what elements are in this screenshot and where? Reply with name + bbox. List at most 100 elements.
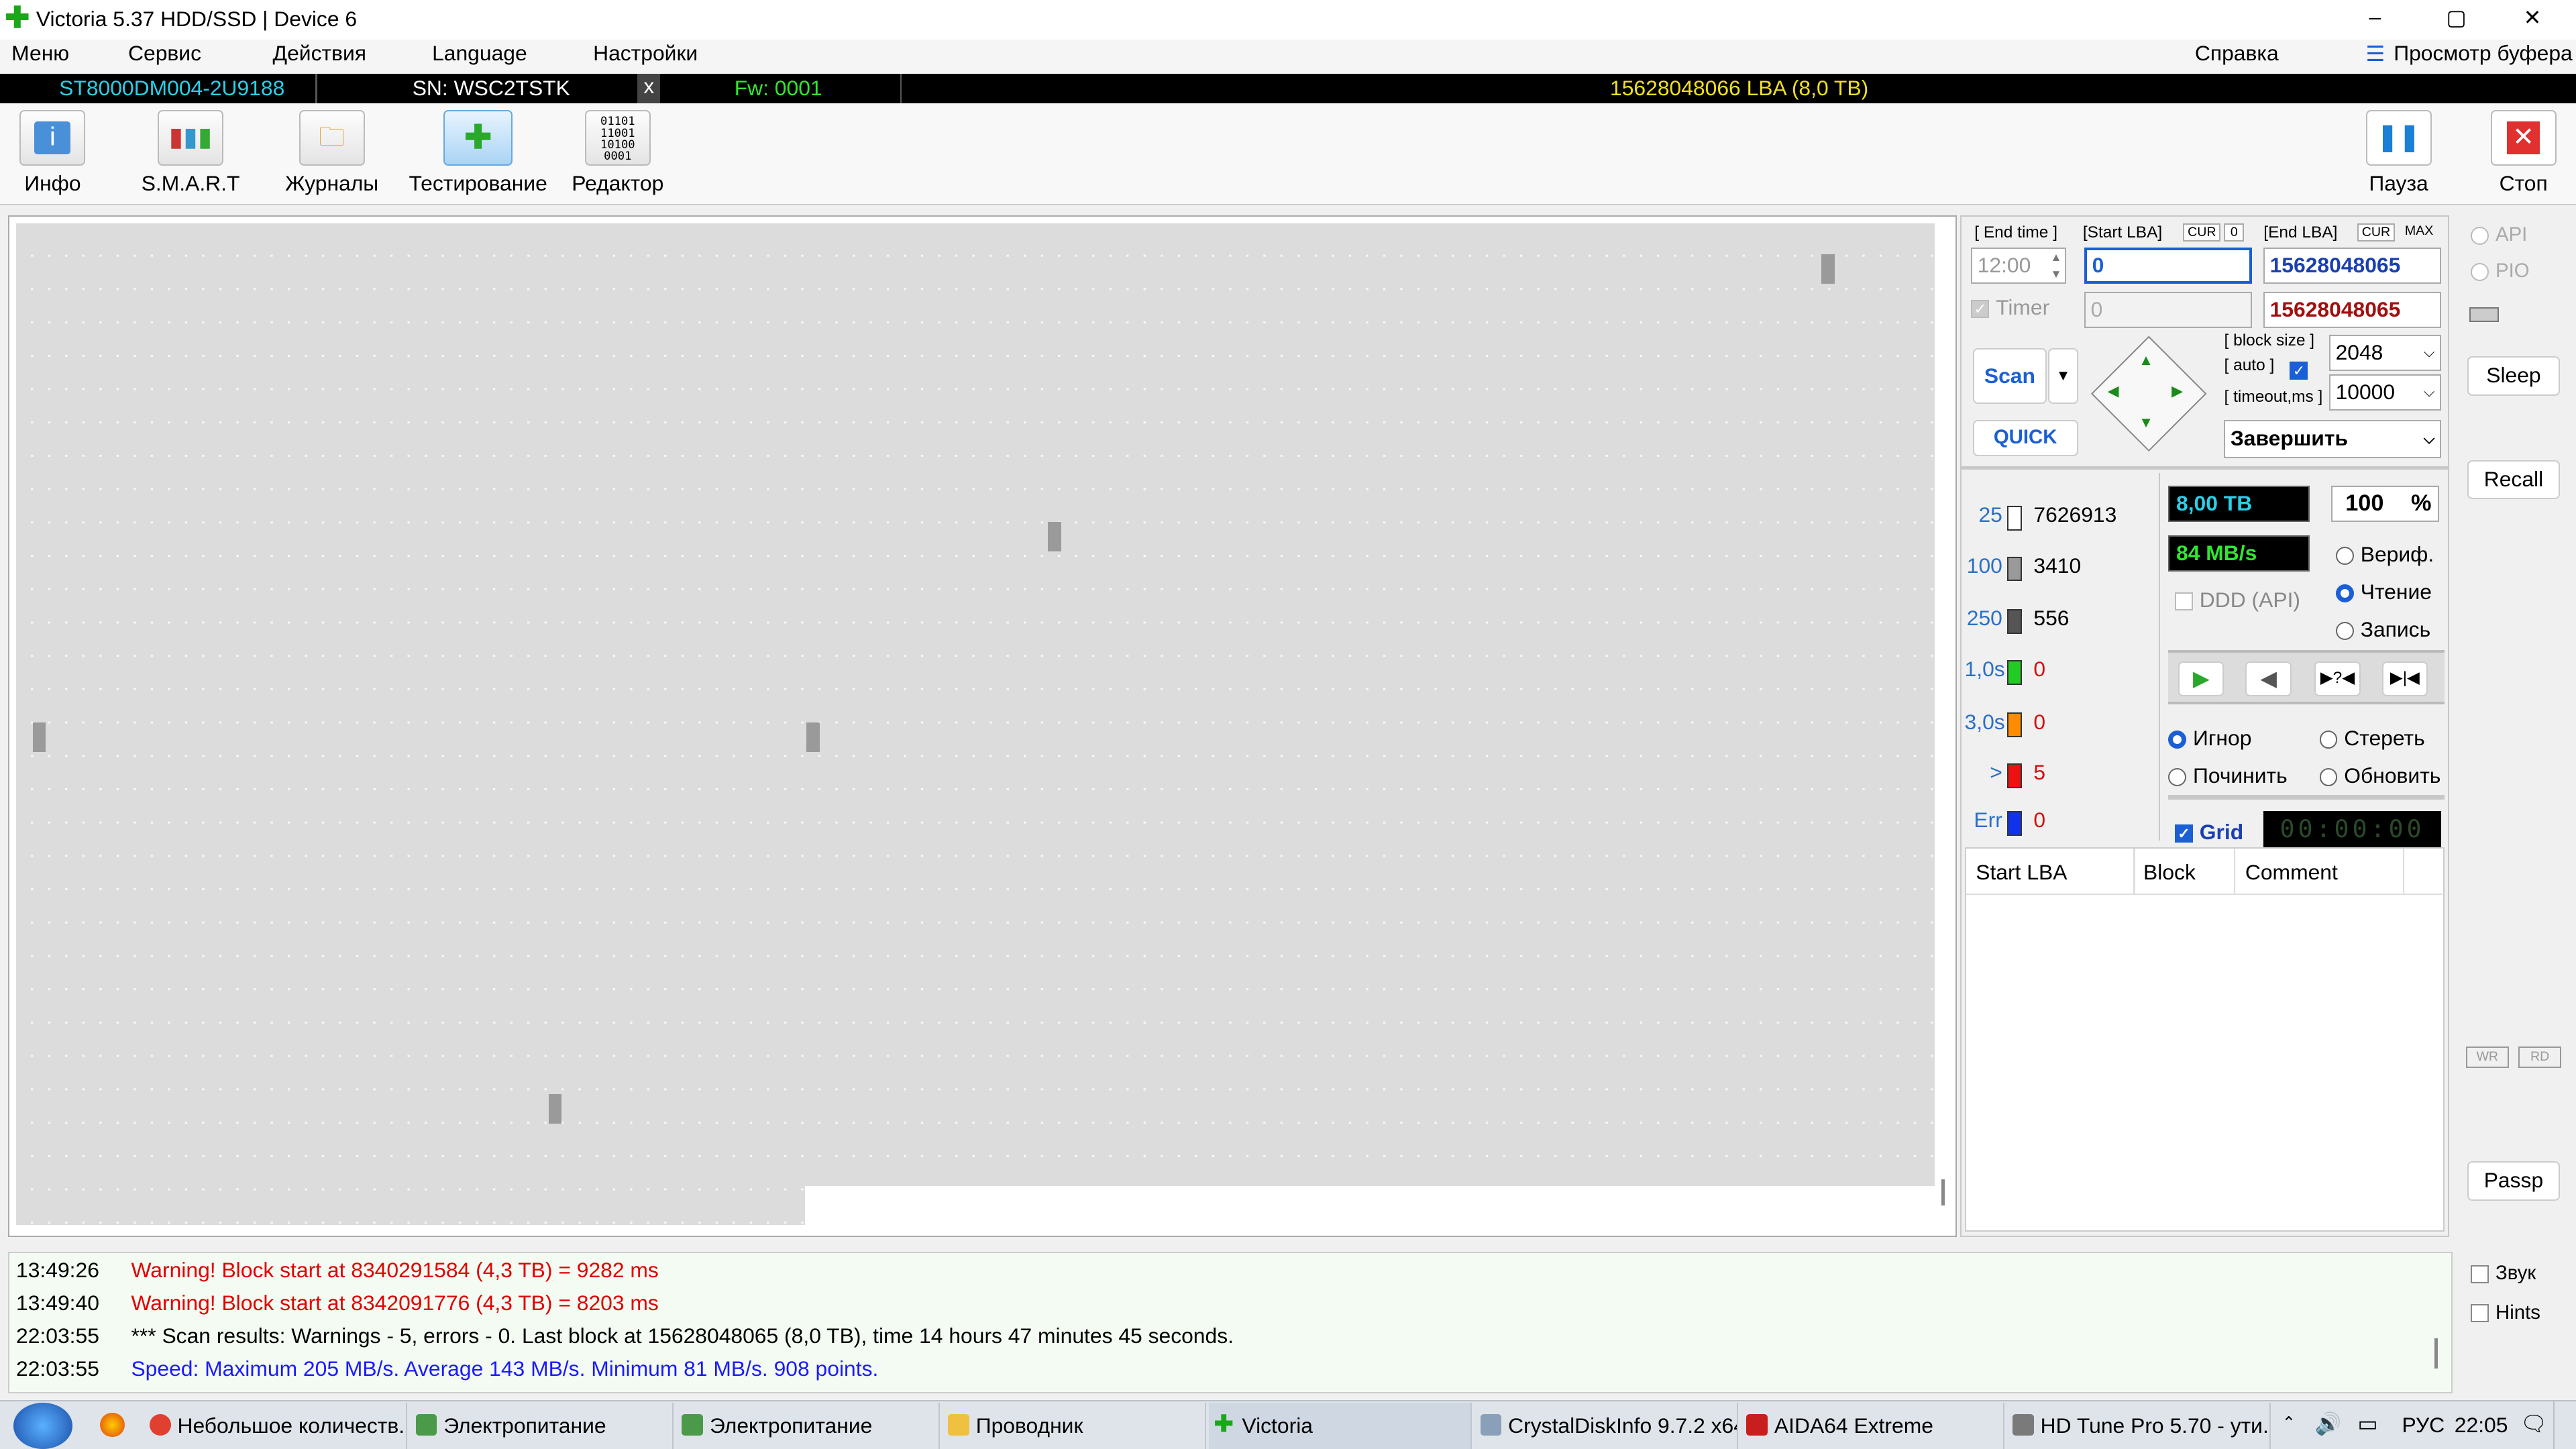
logs-button[interactable]: 🗀 Журналы: [282, 110, 381, 202]
arrow-left-icon[interactable]: ◀: [2108, 382, 2119, 400]
ignore-radio[interactable]: Игнор: [2168, 726, 2251, 751]
menu-help[interactable]: Справка: [2195, 41, 2279, 66]
repair-radio[interactable]: Починить: [2168, 763, 2288, 788]
scanned-size: 8,00 TB: [2168, 486, 2310, 523]
scan-dropdown-arrow-icon[interactable]: ▼: [2048, 347, 2078, 404]
arrow-up-icon[interactable]: ▲: [2139, 352, 2153, 369]
menu-buffer-view[interactable]: Просмотр буфера: [2394, 41, 2573, 66]
menu-language[interactable]: Language: [432, 41, 527, 66]
task-victoria[interactable]: ✚ Victoria: [1209, 1402, 1472, 1449]
task-aida64[interactable]: AIDA64 Extreme: [1741, 1402, 2004, 1449]
minimize-button[interactable]: –: [2369, 5, 2381, 30]
chevron-down-icon: ⌵: [2423, 430, 2435, 447]
windows-taskbar: Небольшое количеств... Электропитание Эл…: [0, 1399, 2576, 1449]
skip-to-end-icon[interactable]: ▶|◀: [2381, 661, 2428, 696]
divider: [2168, 794, 2445, 800]
network-icon[interactable]: ▭: [2357, 1411, 2377, 1436]
task-crystaldiskinfo[interactable]: CrystalDiskInfo 9.7.2 x64: [1475, 1402, 1739, 1449]
ddd-api-checkbox[interactable]: DDD (API): [2175, 588, 2300, 612]
timer-checkbox[interactable]: ✓ Timer: [1971, 295, 2049, 320]
finish-action-select[interactable]: Завершить ⌵: [2224, 420, 2441, 458]
col-block[interactable]: Block: [2143, 860, 2196, 885]
end-lba-input[interactable]: 15628048065: [2263, 248, 2441, 284]
elapsed-timer: 00:00:00: [2263, 811, 2441, 848]
pause-button[interactable]: ❚❚ Пауза: [2363, 110, 2435, 202]
api-radio[interactable]: API: [2471, 223, 2527, 246]
show-desktop-button[interactable]: [2553, 1401, 2576, 1449]
refresh-radio[interactable]: Обновить: [2319, 763, 2440, 788]
task-power-2[interactable]: Электропитание: [677, 1402, 940, 1449]
task-power-1[interactable]: Электропитание: [411, 1402, 674, 1449]
task-chrome[interactable]: Небольшое количеств...: [145, 1402, 408, 1449]
task-explorer[interactable]: Проводник: [943, 1402, 1206, 1449]
skip-unknown-icon[interactable]: ▶?◀: [2314, 661, 2361, 696]
task-hdtune[interactable]: HD Tune Pro 5.70 - ути...: [2008, 1402, 2271, 1449]
device-model[interactable]: ST8000DM004-2U9188: [59, 76, 284, 101]
end-lba-current: 15628048065: [2263, 292, 2441, 329]
menu-settings[interactable]: Настройки: [593, 41, 698, 66]
rd-indicator: RD: [2518, 1046, 2561, 1068]
rewind-icon[interactable]: ◀: [2245, 661, 2292, 696]
pio-radio[interactable]: PIO: [2471, 260, 2530, 282]
firefox-icon[interactable]: [100, 1412, 125, 1438]
testing-button[interactable]: ✚ Тестирование: [407, 110, 549, 202]
grid-scroll-indicator[interactable]: [1941, 1179, 1945, 1206]
play-icon[interactable]: ▶: [2178, 661, 2224, 696]
start-cur-button[interactable]: CUR: [2183, 223, 2221, 241]
start-button-icon[interactable]: [13, 1402, 72, 1449]
sound-checkbox[interactable]: Звук: [2471, 1262, 2536, 1285]
stop-button[interactable]: ✕ Стоп: [2487, 110, 2560, 202]
toolbar: i Инфо ▮▮▮ S.M.A.R.T 🗀 Журналы ✚ Тестиро…: [0, 103, 2576, 206]
scan-button[interactable]: Scan: [1972, 347, 2047, 404]
arrow-right-icon[interactable]: ▶: [2171, 382, 2183, 400]
log-scrollbar[interactable]: [2434, 1338, 2438, 1368]
editor-button[interactable]: 01101 11001 10100 0001 Редактор: [570, 110, 665, 202]
recall-button[interactable]: Recall: [2467, 460, 2560, 500]
quick-button[interactable]: QUICK: [1972, 420, 2078, 457]
menu-actions[interactable]: Действия: [273, 41, 366, 66]
hints-checkbox[interactable]: Hints: [2471, 1301, 2540, 1324]
mode-write-radio[interactable]: Запись: [2336, 617, 2430, 642]
defects-table[interactable]: Start LBA Block Comment: [1964, 847, 2445, 1232]
victoria-cross-icon: ✚: [1214, 1411, 1234, 1438]
volume-icon[interactable]: 🔊: [2315, 1411, 2342, 1436]
info-button[interactable]: i Инфо: [16, 110, 89, 202]
notifications-icon[interactable]: 🗨: [2520, 1411, 2547, 1436]
timeout-select[interactable]: 10000 ⌵: [2329, 374, 2441, 411]
power-icon: [682, 1414, 704, 1436]
auto-block-checkbox[interactable]: ✓: [2290, 355, 2314, 384]
end-max-button[interactable]: MAX: [2402, 223, 2436, 239]
start-lba-current: 0: [2084, 292, 2253, 329]
input-language[interactable]: РУС: [2402, 1413, 2445, 1438]
menu-main[interactable]: Меню: [11, 41, 69, 66]
sleep-button[interactable]: Sleep: [2467, 356, 2560, 396]
col-comment[interactable]: Comment: [2245, 860, 2338, 885]
passp-button[interactable]: Passp: [2467, 1161, 2560, 1201]
clock[interactable]: 22:05: [2455, 1413, 2508, 1438]
end-cur-button[interactable]: CUR: [2357, 223, 2396, 241]
block-size-select[interactable]: 2048 ⌵: [2329, 335, 2441, 371]
end-time-field[interactable]: 12:00 ▲ ▼: [1971, 248, 2067, 284]
arrow-down-icon[interactable]: ▼: [2139, 414, 2153, 431]
divider: [900, 74, 902, 104]
power-icon: [415, 1414, 437, 1436]
device-close-button[interactable]: x: [637, 74, 661, 104]
mode-read-radio[interactable]: Чтение: [2336, 580, 2432, 604]
smart-button[interactable]: ▮▮▮ S.M.A.R.T: [142, 110, 240, 202]
maximize-button[interactable]: ▢: [2447, 5, 2467, 30]
start-lba-input[interactable]: 0: [2084, 248, 2253, 284]
grid-checkbox[interactable]: ✓ Grid: [2175, 820, 2243, 845]
histogram-count: 0: [2033, 808, 2046, 833]
histogram-label: Err: [1974, 808, 2002, 833]
info-icon: i: [34, 121, 71, 155]
col-start-lba[interactable]: Start LBA: [1976, 860, 2067, 885]
tray-chevron-icon[interactable]: ⌃: [2282, 1413, 2296, 1433]
erase-radio[interactable]: Стереть: [2319, 726, 2425, 751]
histogram-color-swatch: [2007, 811, 2023, 837]
stop-label: Стоп: [2499, 170, 2548, 195]
start-zero-button[interactable]: 0: [2224, 223, 2245, 241]
mode-verify-radio[interactable]: Вериф.: [2336, 542, 2434, 567]
menu-service[interactable]: Сервис: [128, 41, 201, 66]
event-log[interactable]: 13:49:26 Warning! Block start at 83402915…: [8, 1252, 2453, 1393]
close-window-button[interactable]: ✕: [2524, 5, 2542, 30]
